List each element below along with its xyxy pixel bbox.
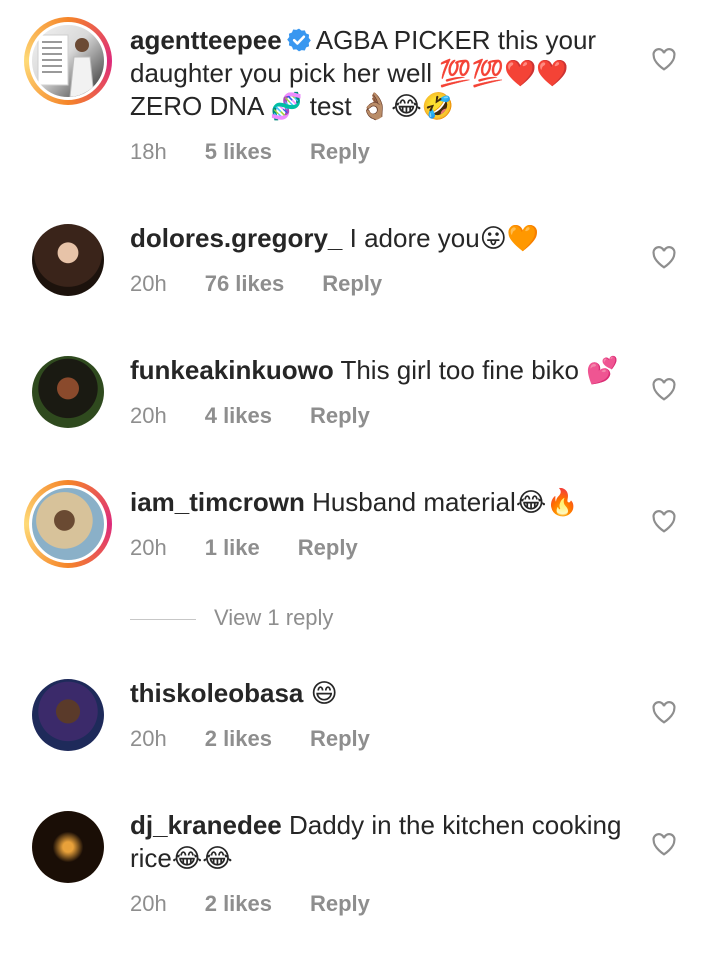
comment-meta: 20h 4 likes Reply (130, 401, 408, 431)
comment-meta: 20h 2 likes Reply (130, 724, 408, 754)
comment-time: 20h (130, 271, 167, 296)
verified-badge-icon (286, 28, 311, 52)
reply-button[interactable]: Reply (322, 271, 382, 296)
comment-time: 18h (130, 139, 167, 164)
comment-likes[interactable]: 1 like (205, 535, 260, 560)
comment-time: 20h (130, 403, 167, 428)
reply-button[interactable]: Reply (310, 403, 370, 428)
reply-button[interactable]: Reply (298, 535, 358, 560)
avatar-wrap[interactable] (32, 224, 104, 296)
comment-text: dj_kranedee Daddy in the kitchen cooking… (130, 809, 630, 875)
comment-text: thiskoleobasa 😄 (130, 677, 630, 710)
heart-outline-icon[interactable] (651, 47, 677, 71)
avatar[interactable] (32, 811, 104, 883)
comment-likes[interactable]: 76 likes (205, 271, 285, 296)
comment-text: funkeakinkuowo This girl too fine biko 💕 (130, 354, 630, 387)
comment-time: 20h (130, 726, 167, 751)
comment-meta: 20h 1 like Reply (130, 533, 396, 563)
comment-body: This girl too fine biko 💕 (340, 355, 619, 385)
avatar-wrap[interactable] (32, 679, 104, 751)
reply-button[interactable]: Reply (310, 139, 370, 164)
heart-outline-icon[interactable] (651, 700, 677, 724)
heart-outline-icon[interactable] (651, 377, 677, 401)
avatar[interactable] (32, 679, 104, 751)
avatar-story-ring[interactable] (24, 17, 112, 105)
heart-outline-icon[interactable] (651, 509, 677, 533)
comment-meta: 20h 2 likes Reply (130, 889, 408, 919)
comment-time: 20h (130, 535, 167, 560)
comment-username[interactable]: iam_timcrown (130, 487, 305, 517)
comment-time: 20h (130, 891, 167, 916)
comment-likes[interactable]: 2 likes (205, 726, 272, 751)
avatar-story-ring[interactable] (24, 480, 112, 568)
comment-username[interactable]: thiskoleobasa (130, 678, 303, 708)
avatar-wrap[interactable] (32, 356, 104, 428)
reply-button[interactable]: Reply (310, 891, 370, 916)
comment-username[interactable]: agentteepee (130, 25, 282, 55)
view-replies-button[interactable]: View 1 reply (130, 603, 333, 633)
reply-button[interactable]: Reply (310, 726, 370, 751)
comment-body: 😄 (310, 678, 338, 708)
comment-username[interactable]: dolores.gregory_ (130, 223, 342, 253)
view-replies-label[interactable]: View 1 reply (214, 605, 333, 630)
avatar-wrap[interactable] (32, 811, 104, 883)
comment-username[interactable]: funkeakinkuowo (130, 355, 334, 385)
comment-likes[interactable]: 4 likes (205, 403, 272, 428)
comment-username[interactable]: dj_kranedee (130, 810, 282, 840)
comment-meta: 20h 76 likes Reply (130, 269, 420, 299)
comment-text: iam_timcrown Husband material😂🔥 (130, 486, 630, 519)
comment-text: dolores.gregory_ I adore you😛🧡 (130, 222, 630, 255)
avatar[interactable] (29, 22, 107, 100)
reply-divider-line (130, 618, 196, 620)
comment-meta: 18h 5 likes Reply (130, 137, 408, 167)
avatar[interactable] (29, 485, 107, 563)
comment-body: Husband material😂🔥 (312, 487, 579, 517)
avatar-image (37, 34, 95, 97)
heart-outline-icon[interactable] (651, 245, 677, 269)
comment-likes[interactable]: 5 likes (205, 139, 272, 164)
comment-text: agentteepee AGBA PICKER this your daughte… (130, 24, 630, 123)
comment-likes[interactable]: 2 likes (205, 891, 272, 916)
avatar[interactable] (32, 356, 104, 428)
heart-outline-icon[interactable] (651, 832, 677, 856)
avatar[interactable] (32, 224, 104, 296)
comment-body: I adore you😛🧡 (349, 223, 540, 253)
